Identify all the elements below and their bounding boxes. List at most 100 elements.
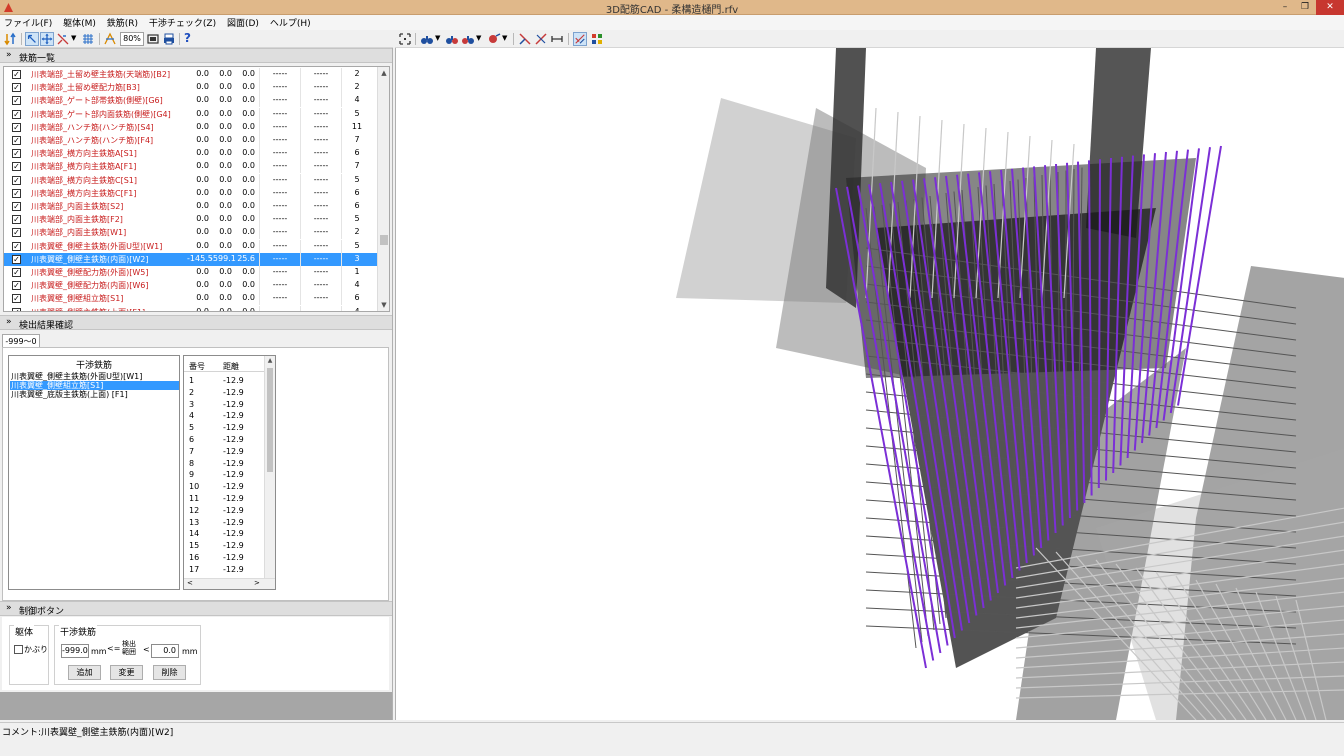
row-checkbox[interactable]: ✓ <box>12 228 21 238</box>
row-checkbox[interactable]: ✓ <box>12 188 21 198</box>
row-checkbox[interactable]: ✓ <box>12 202 21 211</box>
rebar-tool-a-icon[interactable] <box>518 32 532 46</box>
max-distance-input[interactable]: 0.0 <box>151 644 179 658</box>
select-arrow-icon[interactable] <box>25 32 39 46</box>
table-row[interactable]: 1 -12.9 <box>184 375 264 387</box>
menu-rebar[interactable]: 鉄筋(R) <box>103 15 142 29</box>
table-row[interactable]: ✓ 川表翼壁_側壁主鉄筋(内面)[W2] -145.5 -599.1 25.6 -----… <box>4 252 377 266</box>
min-distance-input[interactable]: -999.0 <box>61 644 89 658</box>
table-row[interactable]: 16 -12.9 <box>184 552 264 564</box>
scroll-up-icon[interactable]: ▲ <box>265 356 275 366</box>
table-row[interactable]: 5 -12.9 <box>184 422 264 434</box>
collapse-icon[interactable]: » <box>6 50 12 60</box>
table-row[interactable]: 7 -12.9 <box>184 446 264 458</box>
rebar-list-header[interactable]: » 鉄筋一覧 <box>0 48 392 64</box>
dimension-icon[interactable] <box>550 32 564 46</box>
table-row[interactable]: ✓ 川表端部_内面主鉄筋[F2] 0.0 0.0 0.0 ----- ----- 5 <box>4 213 377 227</box>
minimize-button[interactable]: – <box>1276 0 1294 15</box>
detection-header[interactable]: » 検出結果確認 <box>0 315 392 331</box>
chevron-down-icon[interactable]: ▼ <box>71 34 76 42</box>
scroll-down-icon[interactable]: ▼ <box>378 299 389 311</box>
row-checkbox[interactable]: ✓ <box>12 294 21 304</box>
table-row[interactable]: ✓ 川表端部_内面主鉄筋[S2] 0.0 0.0 0.0 ----- ----- 6 <box>4 200 377 213</box>
row-checkbox[interactable]: ✓ <box>12 83 21 93</box>
row-checkbox[interactable]: ✓ <box>12 254 21 264</box>
table-row[interactable]: 4 -12.9 <box>184 410 264 422</box>
interference-rebar-list[interactable]: 干渉鉄筋 川表翼壁_側壁主鉄筋(外面U型)[W1] 川表翼壁_側壁組立筋[S1] 川… <box>8 355 180 590</box>
color-palette-icon[interactable] <box>590 32 604 46</box>
list-item[interactable]: 川表翼壁_側壁組立筋[S1] <box>10 381 179 390</box>
binoculars-icon[interactable] <box>420 32 434 46</box>
view-direction-icon[interactable] <box>487 32 501 46</box>
row-checkbox[interactable]: ✓ <box>12 307 21 311</box>
row-checkbox[interactable]: ✓ <box>12 162 21 172</box>
table-row[interactable]: ✓ 川表端部_ゲート部帯鉄筋(側壁)[G6] 0.0 0.0 0.0 ----- -----… <box>4 94 377 108</box>
3d-model-render[interactable] <box>396 48 1344 720</box>
chevron-down-icon[interactable]: ▼ <box>502 34 507 42</box>
binoculars-prev-icon[interactable] <box>445 32 459 46</box>
rebar-list[interactable]: ▲ ▼ ✓ 川表端部_土留め壁主鉄筋(天端筋)[B2] 0.0 0.0 0.0 -----… <box>3 66 390 312</box>
menu-file[interactable]: ファイル(F) <box>0 15 56 29</box>
help-icon[interactable]: ? <box>184 31 191 45</box>
collapse-icon[interactable]: » <box>6 603 12 613</box>
table-row[interactable]: 10 -12.9 <box>184 481 264 493</box>
row-checkbox[interactable]: ✓ <box>12 281 21 291</box>
tab-range[interactable]: -999〜0 <box>2 334 40 348</box>
scroll-thumb[interactable] <box>380 235 388 245</box>
interference-view-icon[interactable] <box>573 32 587 46</box>
table-row[interactable]: ✓ 川表端部_横方向主鉄筋A[S1] 0.0 0.0 0.0 ----- ----- 6 <box>4 147 377 161</box>
menu-drawing[interactable]: 図面(D) <box>223 15 263 29</box>
print-icon[interactable] <box>162 32 176 46</box>
table-row[interactable]: ✓ 川表端部_ハンチ筋(ハンチ筋)[S4] 0.0 0.0 0.0 ----- ----- 1… <box>4 120 377 134</box>
measure-icon[interactable] <box>56 32 70 46</box>
scroll-right-icon[interactable]: > <box>254 579 260 587</box>
table-row[interactable]: 9 -12.9 <box>184 469 264 481</box>
row-checkbox[interactable]: ✓ <box>12 149 21 159</box>
add-button[interactable]: 追加 <box>68 665 101 680</box>
list-item[interactable]: 川表翼壁_底版主鉄筋(上面) [F1] <box>10 390 179 399</box>
table-row[interactable]: ✓ 川表端部_土留め壁主鉄筋(天端筋)[B2] 0.0 0.0 0.0 ----- ----… <box>4 68 377 81</box>
menu-body[interactable]: 躯体(M) <box>59 15 100 29</box>
table-row[interactable]: ✓ 川表端部_ゲート部内面鉄筋(側壁)[G4] 0.0 0.0 0.0 ----- ----… <box>4 107 377 121</box>
row-checkbox[interactable]: ✓ <box>12 268 21 277</box>
scroll-up-icon[interactable]: ▲ <box>378 67 389 79</box>
table-row[interactable]: 6 -12.9 <box>184 434 264 446</box>
table-row[interactable]: 12 -12.9 <box>184 505 264 517</box>
table-row[interactable]: ✓ 川表端部_土留め壁配力筋[B3] 0.0 0.0 0.0 ----- ----- 2 <box>4 81 377 95</box>
list-item[interactable]: 川表翼壁_側壁主鉄筋(外面U型)[W1] <box>10 372 179 381</box>
binoculars-next-icon[interactable] <box>461 32 475 46</box>
table-row[interactable]: ✓ 川表翼壁_側壁配力筋(内面)[W6] 0.0 0.0 0.0 ----- ----- 4 <box>4 279 377 293</box>
rebar-tool-b-icon[interactable] <box>534 32 548 46</box>
move-icon[interactable] <box>40 32 54 46</box>
chevron-down-icon[interactable]: ▼ <box>476 34 481 42</box>
rebar-list-scrollbar[interactable]: ▲ ▼ <box>377 67 389 311</box>
zoom-level[interactable]: 80% <box>120 32 144 46</box>
table-row[interactable]: ✓ 川表端部_横方向主鉄筋A[F1] 0.0 0.0 0.0 ----- ----- 7 <box>4 160 377 174</box>
table-row[interactable]: 8 -12.9 <box>184 458 264 470</box>
distance-horizontal-scrollbar[interactable]: < > <box>184 578 275 589</box>
row-checkbox[interactable]: ✓ <box>12 109 21 119</box>
close-button[interactable]: ✕ <box>1316 0 1344 15</box>
control-header[interactable]: » 制御ボタン <box>0 601 392 617</box>
table-row[interactable]: ✓ 川表端部_横方向主鉄筋C[S1] 0.0 0.0 0.0 ----- ----- 5 <box>4 173 377 187</box>
table-row[interactable]: 3 -12.9 <box>184 399 264 411</box>
fit-view-icon[interactable] <box>103 32 117 46</box>
table-row[interactable]: 11 -12.9 <box>184 493 264 505</box>
frame-icon[interactable] <box>146 32 160 46</box>
delete-button[interactable]: 削除 <box>153 665 186 680</box>
chevron-down-icon[interactable]: ▼ <box>435 34 440 42</box>
table-row[interactable]: 17 -12.9 <box>184 564 264 576</box>
row-checkbox[interactable]: ✓ <box>12 70 21 79</box>
table-row[interactable]: ✓ 川表端部_ハンチ筋(ハンチ筋)[F4] 0.0 0.0 0.0 ----- ----- 7 <box>4 134 377 147</box>
table-row[interactable]: 15 -12.9 <box>184 540 264 552</box>
table-row[interactable]: ✓ 川表端部_内面主鉄筋[W1] 0.0 0.0 0.0 ----- ----- 2 <box>4 226 377 240</box>
distance-table[interactable]: 番号 距離 ▲ < > 1 -12.9 2 -12.9 3 -12.9 4 -12.9 5 -12… <box>183 355 276 590</box>
row-checkbox[interactable]: ✓ <box>12 96 21 106</box>
distance-vertical-scrollbar[interactable]: ▲ <box>264 356 275 579</box>
table-row[interactable]: ✓ 川表翼壁_側壁主鉄筋(上面)[F1] 0.0 0.0 0.0 ----- ----- 4 <box>4 305 377 311</box>
collapse-icon[interactable]: » <box>6 317 12 327</box>
scroll-thumb[interactable] <box>267 368 273 472</box>
row-checkbox[interactable]: ✓ <box>12 122 21 132</box>
sort-icon[interactable] <box>3 32 17 46</box>
row-checkbox[interactable]: ✓ <box>12 175 21 185</box>
